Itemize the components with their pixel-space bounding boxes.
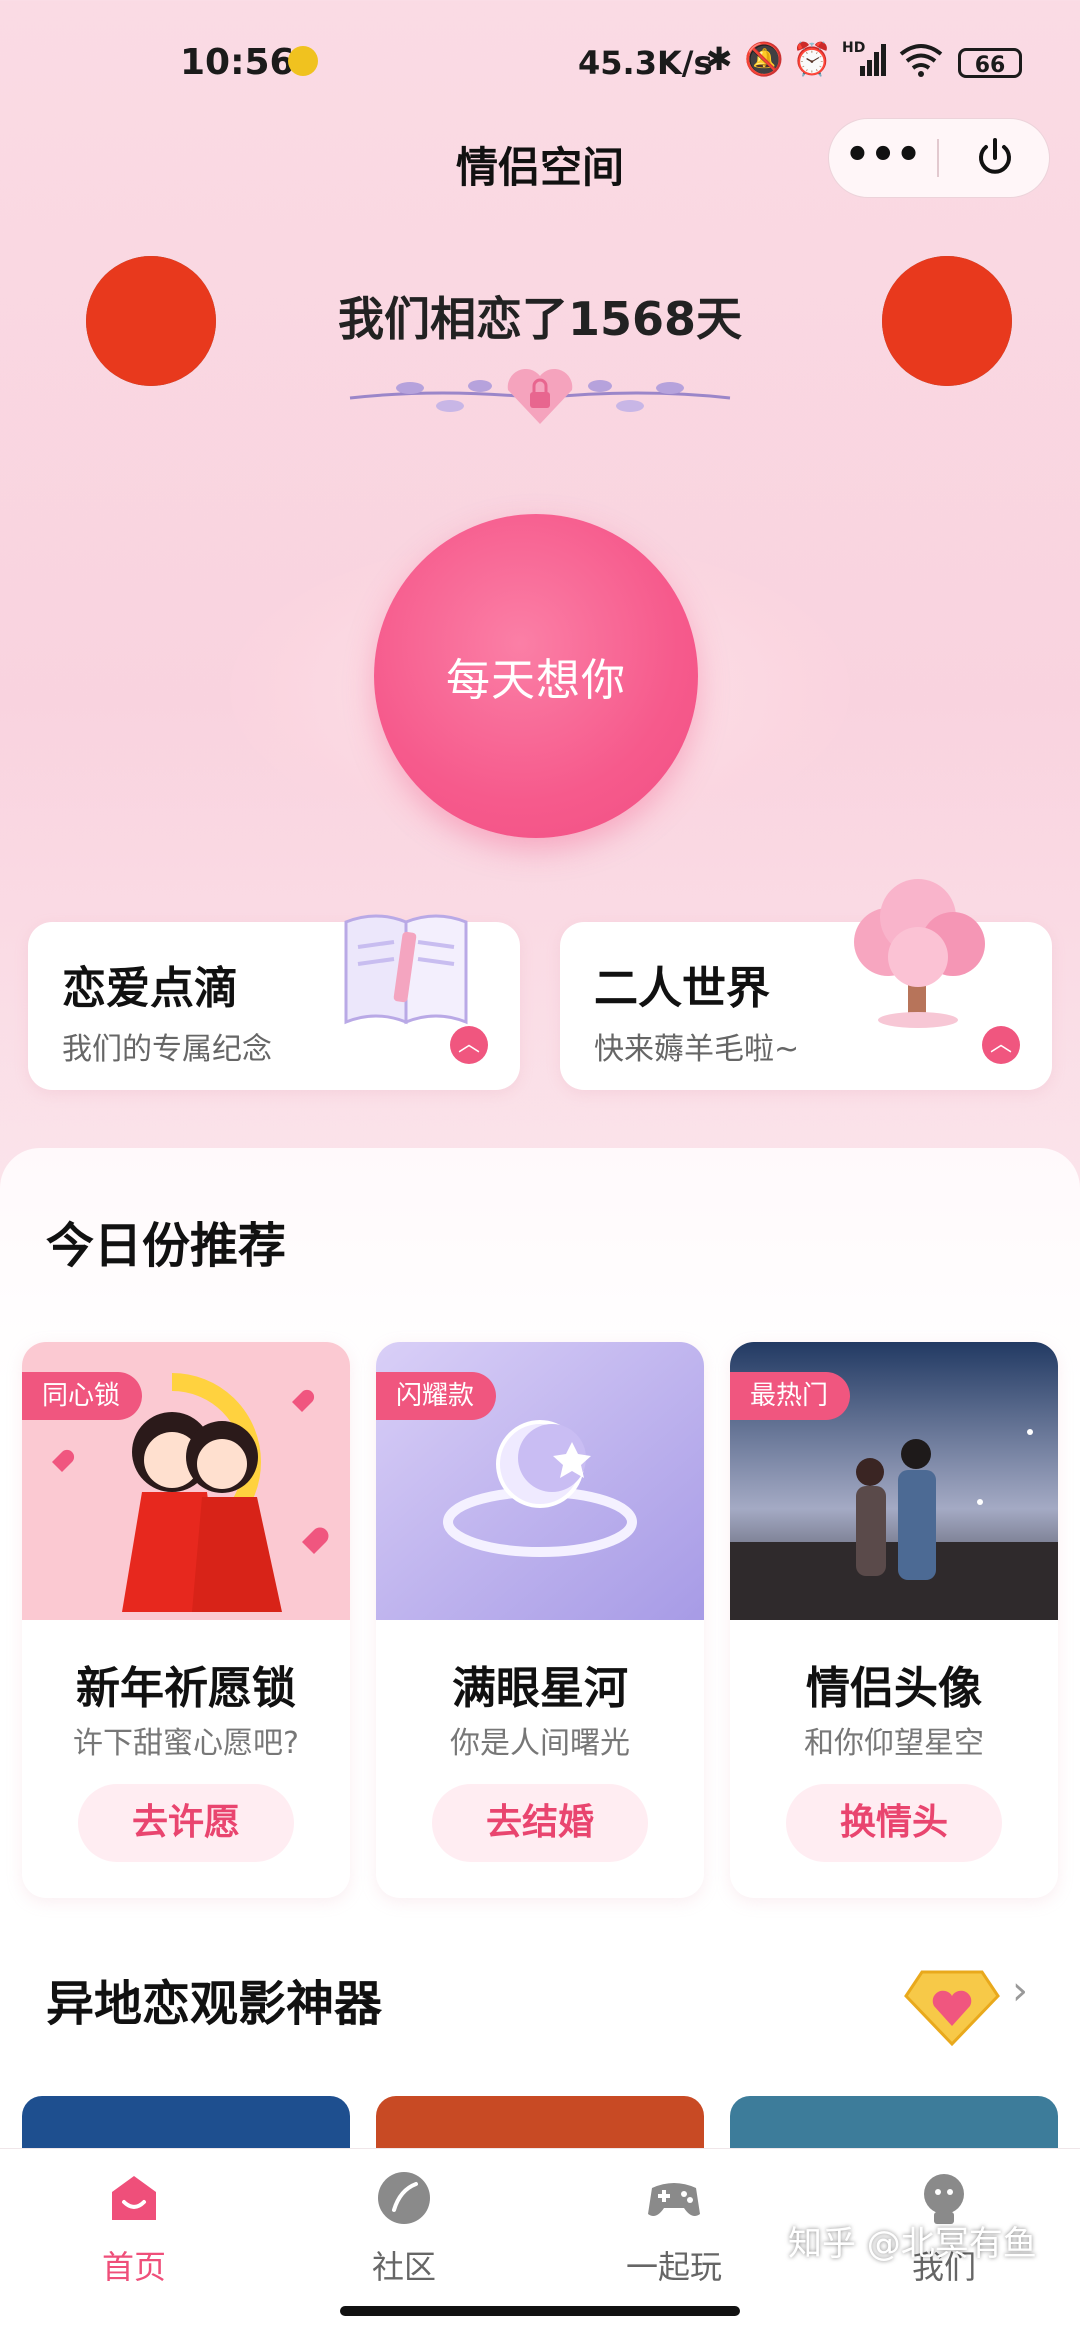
two-person-world-subtitle: 快来薅羊毛啦~ bbox=[594, 1032, 800, 1067]
recommend-name: 情侣头像 bbox=[806, 1663, 982, 1714]
love-moments-card[interactable]: 恋爱点滴 我们的专属纪念 ︿ bbox=[28, 914, 520, 1090]
status-bar: 10:56 45.3K/s ✱ 🔕 ⏰ HD 66 bbox=[0, 0, 1080, 120]
movie-thumbnail[interactable] bbox=[376, 2096, 704, 2156]
network-speed: 45.3K/s bbox=[578, 44, 713, 82]
recommend-card-ring[interactable]: 闪耀款 满眼星河 你是人间曙光 去结婚 bbox=[376, 1342, 704, 1898]
miss-you-button[interactable]: 每天想你 bbox=[374, 514, 698, 838]
love-days-counter: 我们相恋了1568天 bbox=[337, 292, 743, 346]
tag-badge: 最热门 bbox=[730, 1372, 851, 1420]
two-person-world-title: 二人世界 bbox=[594, 963, 770, 1014]
tab-home[interactable]: 首页 bbox=[34, 2148, 234, 2318]
two-person-world-card[interactable]: 二人世界 快来薅羊毛啦~ ︿ bbox=[560, 879, 1052, 1090]
chevron-up-icon: ︿ bbox=[450, 1026, 488, 1064]
battery-indicator: 66 bbox=[958, 48, 1022, 78]
bluetooth-icon: ✱ bbox=[705, 40, 733, 78]
wifi-icon bbox=[898, 42, 944, 78]
recommend-name: 新年祈愿锁 bbox=[76, 1663, 296, 1714]
tab-community-label: 社区 bbox=[371, 2248, 436, 2286]
chevron-right-icon[interactable]: › bbox=[1012, 1968, 1028, 2014]
diamond-heart-icon[interactable] bbox=[902, 1960, 1002, 2050]
close-miniapp-button[interactable] bbox=[941, 119, 1049, 197]
miniapp-capsule: ••• bbox=[828, 118, 1050, 198]
feather-icon bbox=[378, 2172, 430, 2224]
home-icon bbox=[112, 2176, 156, 2220]
alarm-icon: ⏰ bbox=[792, 40, 832, 78]
tag-badge: 闪耀款 bbox=[376, 1372, 497, 1420]
recommend-desc: 和你仰望星空 bbox=[804, 1726, 984, 1761]
recommend-desc: 你是人间曙光 bbox=[450, 1726, 630, 1761]
love-moments-subtitle: 我们的专属纪念 bbox=[62, 1032, 272, 1067]
sakura-tree-icon bbox=[854, 879, 985, 1028]
recommend-desc: 许下甜蜜心愿吧? bbox=[73, 1726, 299, 1761]
gamepad-icon bbox=[648, 2183, 700, 2216]
notification-app-icon bbox=[288, 46, 318, 76]
tab-play-label: 一起玩 bbox=[625, 2248, 722, 2286]
heart-lock-vine-decoration bbox=[349, 368, 731, 424]
tab-play-together[interactable]: 一起玩 bbox=[574, 2148, 774, 2318]
recommend-section-title: 今日份推荐 bbox=[46, 1218, 287, 1274]
get-married-button[interactable]: 去结婚 bbox=[432, 1784, 648, 1862]
chevron-up-icon: ︿ bbox=[982, 1026, 1020, 1064]
recommend-card-avatar[interactable]: 最热门 情侣头像 和你仰望星空 换情头 bbox=[730, 1342, 1058, 1898]
more-options-button[interactable]: ••• bbox=[829, 119, 937, 197]
diary-book-icon bbox=[344, 914, 468, 1025]
home-indicator[interactable] bbox=[340, 2306, 740, 2316]
mute-bell-icon: 🔕 bbox=[744, 40, 784, 78]
love-moments-title: 恋爱点滴 bbox=[62, 963, 238, 1014]
make-wish-button[interactable]: 去许愿 bbox=[78, 1784, 294, 1862]
capsule-divider bbox=[937, 139, 939, 177]
movie-section-title: 异地恋观影神器 bbox=[46, 1976, 383, 2032]
tab-community[interactable]: 社区 bbox=[304, 2148, 504, 2318]
watermark: 知乎 @北冥有鱼 bbox=[788, 2224, 1037, 2264]
change-avatar-button[interactable]: 换情头 bbox=[786, 1784, 1002, 1862]
movie-thumbnail[interactable] bbox=[730, 2096, 1058, 2156]
status-time: 10:56 bbox=[180, 42, 295, 83]
recommend-card-lock[interactable]: 同心锁 新年祈愿锁 许下甜蜜心愿吧? 去许愿 bbox=[22, 1342, 350, 1898]
signal-icon: HD bbox=[842, 40, 888, 78]
miss-you-label: 每天想你 bbox=[446, 655, 626, 706]
movie-thumbnail[interactable] bbox=[22, 2096, 350, 2156]
power-icon bbox=[979, 138, 1011, 174]
tab-home-label: 首页 bbox=[101, 2248, 166, 2286]
tag-badge: 同心锁 bbox=[22, 1372, 143, 1420]
recommend-name: 满眼星河 bbox=[452, 1663, 628, 1714]
